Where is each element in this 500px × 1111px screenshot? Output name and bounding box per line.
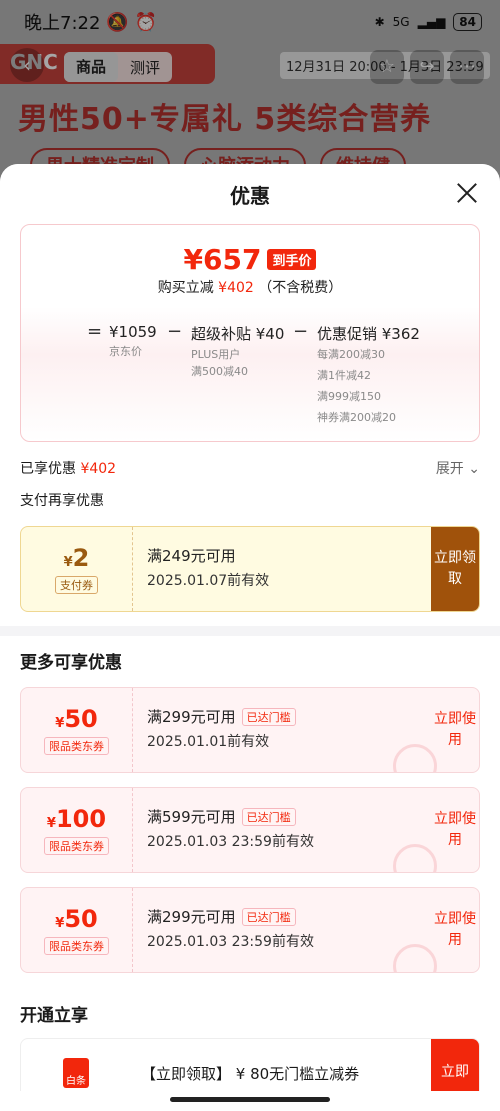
coupon-condition: 满299元可用 bbox=[147, 908, 236, 926]
coupon-currency: ¥ bbox=[55, 716, 65, 731]
use-coupon-button[interactable]: 立即使用 bbox=[431, 688, 479, 772]
coupon-expiry: 2025.01.07前有效 bbox=[147, 573, 270, 589]
coupon-amount: ¥50 bbox=[55, 905, 97, 933]
open-enjoy-title: 开通立享 bbox=[20, 1006, 88, 1026]
coupon-tag: 限品类东券 bbox=[44, 837, 109, 855]
use-coupon-button[interactable]: 立即使用 bbox=[431, 788, 479, 872]
pay-more-title: 支付再享优惠 bbox=[20, 493, 104, 509]
baitiao-icon: 白条 bbox=[63, 1058, 89, 1088]
super-subsidy-line: PLUS用户 bbox=[191, 348, 241, 361]
final-price-tag: 到手价 bbox=[267, 249, 317, 270]
jd-coupon-card: ¥100 限品类东券 满599元可用 已达门槛 2025.01.03 23:59… bbox=[20, 787, 480, 873]
claim-coupon-button[interactable]: 立即领取 bbox=[431, 527, 479, 611]
coupon-currency: ¥ bbox=[55, 916, 65, 931]
coupon-currency: ¥ bbox=[63, 555, 73, 570]
coupon-condition: 满299元可用 bbox=[147, 708, 236, 726]
coupon-value: 2 bbox=[72, 544, 90, 572]
price-breakdown-card: ¥657 到手价 购买立减 ¥402 （不含税费） = ¥1059 京东价 − … bbox=[20, 224, 480, 442]
coupon-tag: 支付券 bbox=[55, 576, 98, 594]
super-subsidy: 超级补贴 ¥40 bbox=[191, 325, 285, 343]
chevron-down-icon: ⌄ bbox=[468, 461, 480, 477]
discount-sheet: 优惠 ¥657 到手价 购买立减 ¥402 （不含税费） = ¥1059 京东价… bbox=[0, 164, 500, 1111]
coupon-condition: 满599元可用 bbox=[147, 808, 236, 826]
enjoyed-discount: 已享优惠 ¥402 bbox=[20, 458, 116, 478]
jd-price: ¥1059 bbox=[109, 323, 157, 341]
jd-coupon-card: ¥50 限品类东券 满299元可用 已达门槛 2025.01.03 23:59前… bbox=[20, 887, 480, 973]
threshold-met-badge: 已达门槛 bbox=[241, 707, 296, 726]
use-coupon-button[interactable]: 立即使用 bbox=[431, 888, 479, 972]
enjoyed-label: 已享优惠 bbox=[20, 461, 76, 477]
promo-line: 神券满200减20 bbox=[317, 411, 396, 424]
coupon-condition: 满249元可用 bbox=[147, 547, 236, 565]
promo-line: 满1件减42 bbox=[317, 369, 371, 382]
coupon-tag: 限品类东券 bbox=[44, 937, 109, 955]
minus-sign: − bbox=[167, 321, 183, 342]
coupon-value: 100 bbox=[55, 805, 107, 833]
coupon-amount: ¥2 bbox=[64, 544, 90, 572]
expand-label: 展开 bbox=[435, 461, 464, 477]
buy-reduce-note: （不含税费） bbox=[258, 280, 343, 296]
equals-sign: = bbox=[87, 321, 103, 342]
more-discounts-title: 更多可享优惠 bbox=[20, 653, 122, 673]
coupon-currency: ¥ bbox=[46, 816, 56, 831]
coupon-value: 50 bbox=[64, 705, 98, 733]
threshold-met-badge: 已达门槛 bbox=[241, 807, 296, 826]
enjoyed-amount: ¥402 bbox=[80, 461, 117, 477]
coupon-tag: 限品类东券 bbox=[44, 737, 109, 755]
jd-coupon-card: ¥50 限品类东券 满299元可用 已达门槛 2025.01.01前有效 立即使… bbox=[20, 687, 480, 773]
coupon-value: 50 bbox=[64, 905, 98, 933]
coupon-amount: ¥100 bbox=[47, 805, 106, 833]
expand-button[interactable]: 展开 ⌄ bbox=[436, 458, 480, 478]
minus-sign: − bbox=[293, 321, 309, 342]
promo-line: 满999减150 bbox=[317, 390, 381, 403]
buy-reduce-label: 购买立减 bbox=[157, 280, 214, 296]
threshold-met-badge: 已达门槛 bbox=[241, 907, 296, 926]
coupon-expiry: 2025.01.01前有效 bbox=[147, 734, 270, 750]
pay-coupon-card: ¥2 支付券 满249元可用 2025.01.07前有效 立即领取 bbox=[20, 526, 480, 612]
jd-price-label: 京东价 bbox=[109, 345, 142, 358]
baitiao-offer-text: 【立即领取】 ¥ 80无门槛立减券 bbox=[141, 1064, 360, 1083]
promo-total: 优惠促销 ¥362 bbox=[317, 325, 420, 343]
close-icon[interactable] bbox=[452, 178, 482, 208]
buy-reduce-amount: ¥402 bbox=[218, 280, 254, 296]
sheet-title: 优惠 bbox=[230, 184, 270, 208]
final-price: ¥657 bbox=[183, 243, 262, 276]
promo-line: 每满200减30 bbox=[317, 348, 385, 361]
coupon-expiry: 2025.01.03 23:59前有效 bbox=[147, 934, 314, 950]
coupon-expiry: 2025.01.03 23:59前有效 bbox=[147, 834, 314, 850]
buy-reduce-line: 购买立减 ¥402 （不含税费） bbox=[21, 277, 479, 297]
super-subsidy-line: 满500减40 bbox=[191, 365, 248, 378]
home-indicator[interactable] bbox=[0, 1091, 500, 1111]
coupon-amount: ¥50 bbox=[55, 705, 97, 733]
